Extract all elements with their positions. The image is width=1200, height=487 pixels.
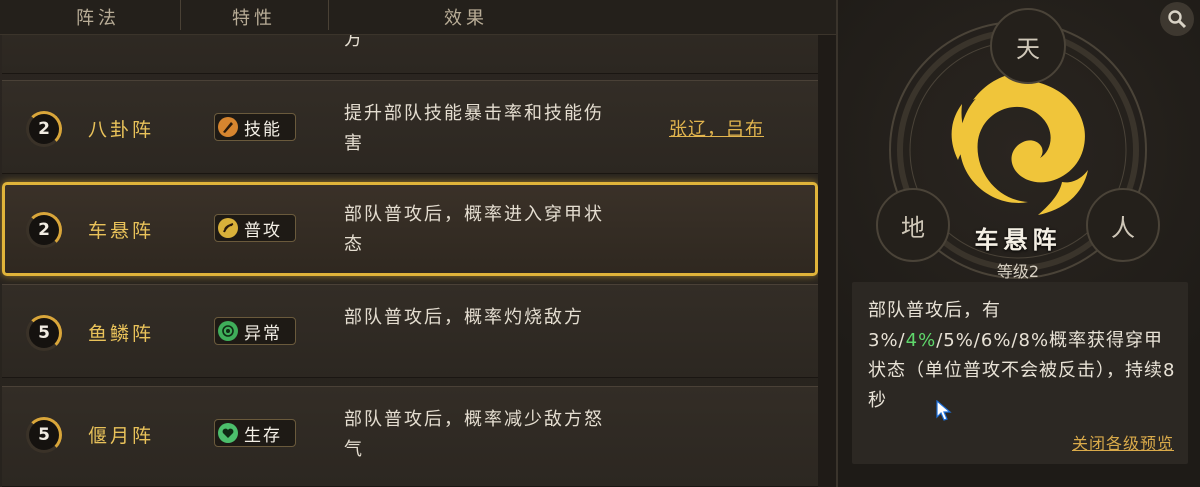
trait-label: 异常 [244, 323, 282, 344]
column-formation: 阵法 [76, 8, 120, 29]
heaven-node: 天 [990, 8, 1066, 84]
mouse-cursor-icon [936, 400, 952, 421]
spiral-icon [218, 321, 238, 341]
column-header: 阵法 特性 效果 [0, 0, 836, 35]
trait-label: 生存 [244, 425, 282, 446]
trait-badge: 普攻 [214, 214, 296, 242]
formation-row[interactable]: 5 偃月阵 生存 部队普攻后，概率减少敌方怒气 [2, 386, 818, 487]
heart-icon [218, 423, 238, 443]
formation-row[interactable]: 5 鱼鳞阵 异常 部队普攻后，概率灼烧敌方 [2, 284, 818, 378]
trait-label: 普攻 [244, 220, 282, 241]
scroll-track [818, 34, 836, 487]
formation-description: 部队普攻后，有3%/4%/5%/6%/8%概率获得穿甲状态（单位普攻不会被反击）… [868, 296, 1178, 416]
formation-detail-panel: 天 地 人 车悬阵 等级2 部队普攻后，有3%/4%/5%/6%/8%概率获得穿… [836, 0, 1200, 487]
formation-level: 等级2 [996, 262, 1040, 281]
level-badge: 2 [26, 212, 62, 248]
column-divider [180, 0, 181, 30]
formation-row-selected[interactable]: 2 车悬阵 普攻 部队普攻后，概率进入穿甲状态 [2, 182, 818, 276]
column-effect: 效果 [444, 8, 488, 29]
skill-icon [218, 117, 238, 137]
formation-name: 鱼鳞阵 [88, 323, 155, 345]
formation-list-panel: 阵法 特性 效果 方 2 八卦阵 技能 提升部队技能暴击率和技能伤害 张辽，吕布… [0, 0, 836, 487]
formation-row[interactable]: 2 八卦阵 技能 提升部队技能暴击率和技能伤害 张辽，吕布 [2, 80, 818, 174]
column-divider [328, 0, 329, 30]
trait-badge: 异常 [214, 317, 296, 345]
earth-label: 地 [901, 213, 925, 242]
search-button[interactable] [1160, 2, 1194, 36]
trait-badge: 技能 [214, 113, 296, 141]
recommended-heroes-link[interactable]: 张辽，吕布 [669, 115, 764, 141]
formation-name: 偃月阵 [88, 425, 155, 447]
search-icon [1168, 10, 1187, 29]
row-effect: 部队普攻后，概率灼烧敌方 [344, 307, 584, 328]
level-badge: 5 [26, 417, 62, 453]
current-level-value: 4% [905, 330, 937, 351]
level-badge: 2 [26, 111, 62, 147]
trait-badge: 生存 [214, 419, 296, 447]
row-effect: 部队普攻后，概率减少敌方怒气 [344, 409, 604, 460]
heaven-label: 天 [1016, 34, 1040, 63]
trait-label: 技能 [244, 119, 282, 140]
formation-name: 八卦阵 [88, 119, 155, 141]
level-badge: 5 [26, 315, 62, 351]
close-level-preview-link[interactable]: 关闭各级预览 [1072, 430, 1174, 454]
human-label: 人 [1111, 213, 1135, 242]
row-effect: 提升部队技能暴击率和技能伤害 [344, 103, 604, 154]
formation-title: 车悬阵 [974, 226, 1062, 254]
row-effect: 部队普攻后，概率进入穿甲状态 [344, 204, 604, 255]
formation-description-box: 部队普攻后，有3%/4%/5%/6%/8%概率获得穿甲状态（单位普攻不会被反击）… [852, 282, 1188, 464]
column-trait: 特性 [232, 8, 276, 29]
formation-name: 车悬阵 [88, 220, 155, 242]
attack-icon [218, 218, 238, 238]
